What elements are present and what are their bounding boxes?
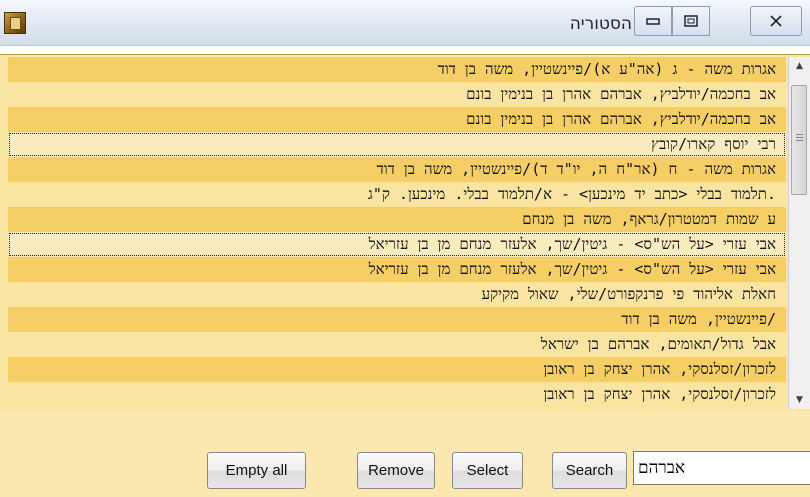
list-item[interactable]: אבי עזרי <על הש"ס> - גיטין/שך, אלעזר מנח… [8, 257, 786, 282]
scroll-down-icon[interactable]: ▼ [789, 391, 810, 409]
list-item[interactable]: אב בחכמה/יודלביץ, אברהם אהרן בן בנימין ב… [8, 82, 786, 107]
history-list[interactable]: אגרות משה - ג (אה"ע א)/פיינשטיין, משה בן… [8, 57, 786, 409]
remove-button[interactable]: Remove [357, 452, 435, 489]
vertical-scrollbar[interactable]: ▲ ▼ [788, 57, 810, 409]
list-item[interactable]: אגרות משה - ח (אר"ח ה, יו"ד ד)/פיינשטיין… [8, 157, 786, 182]
close-icon [770, 14, 782, 27]
window-title: הסטוריה [569, 14, 632, 34]
search-input[interactable]: אברהם [633, 451, 810, 485]
maximize-icon [684, 14, 698, 27]
search-button[interactable]: Search [552, 452, 627, 489]
list-item[interactable]: רבי יוסף קארו/קובץ [8, 132, 786, 157]
list-item[interactable]: .תלמוד בבלי <כתב יד מינכען> - א/תלמוד בב… [8, 182, 786, 207]
maximize-button[interactable] [672, 6, 710, 36]
minimize-button[interactable] [634, 6, 672, 36]
list-item[interactable]: אגרות משה - ג (אה"ע א)/פיינשטיין, משה בן… [8, 57, 786, 82]
list-item[interactable]: לזכרון/זסלנסקי, אהרן יצחק בן ראובן [8, 382, 786, 407]
minimize-icon [646, 17, 660, 25]
list-item[interactable]: חאלת אליהוד פי פרנקפורט/שלי, שאול מקיקע [8, 282, 786, 307]
list-item[interactable]: ע שמות דמטטרון/גראף, משה בן מנחם [8, 207, 786, 232]
close-button[interactable] [750, 6, 802, 36]
list-item[interactable]: אבי עזרי <על הש"ס> - גיטין/שך, אלעזר מנח… [8, 232, 786, 257]
app-book-icon[interactable] [4, 12, 26, 34]
scroll-thumb[interactable] [791, 85, 807, 195]
list-item[interactable]: לזכרון/זסלנסקי, אהרן יצחק בן ראובן [8, 357, 786, 382]
list-item[interactable]: /פיינשטיין, משה בן דוד [8, 307, 786, 332]
title-bar[interactable]: הסטוריה [0, 0, 810, 46]
scroll-up-icon[interactable]: ▲ [789, 57, 810, 75]
select-button[interactable]: Select [452, 452, 523, 489]
list-item[interactable]: אב בחכמה/יודלביץ, אברהם אהרן בן בנימין ב… [8, 107, 786, 132]
toolbar-panel: Empty all Remove Select Search אברהם [0, 411, 810, 497]
empty-all-button[interactable]: Empty all [207, 452, 306, 489]
list-item[interactable]: אבל גדול/תאומים, אברהם בן ישראל [8, 332, 786, 357]
history-list-panel: אגרות משה - ג (אה"ע א)/פיינשטיין, משה בן… [0, 54, 810, 412]
